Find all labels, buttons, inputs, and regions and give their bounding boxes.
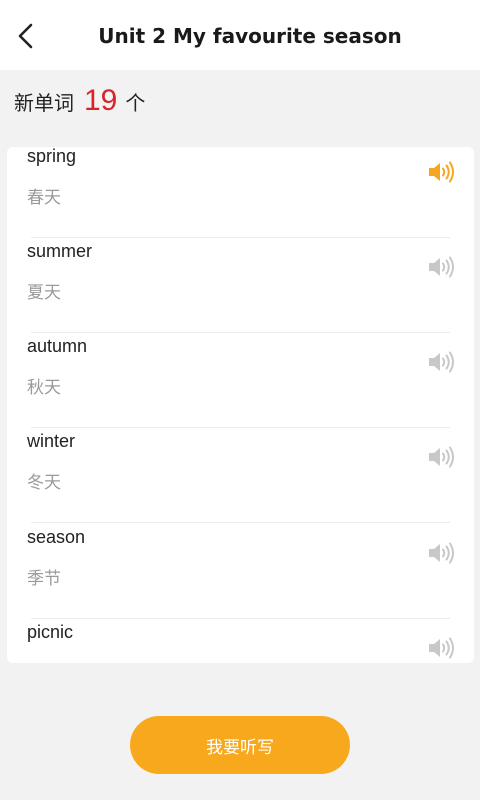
list-item[interactable]: summer 夏天 [7,238,474,333]
word-text: summer [27,241,93,261]
speaker-icon[interactable] [428,446,456,468]
divider [31,522,450,523]
word-meaning: 秋天 [27,378,61,398]
speaker-icon[interactable] [428,161,456,183]
list-item[interactable]: spring 春天 [7,147,474,238]
speaker-icon[interactable] [428,637,456,659]
word-text: winter [27,431,76,451]
list-item[interactable]: picnic [7,619,474,663]
word-count-value: 19 [84,84,118,117]
word-meaning: 季节 [27,569,61,589]
speaker-icon[interactable] [428,256,456,278]
speaker-icon[interactable] [428,351,456,373]
header-bar: Unit 2 My favourite season [0,0,480,70]
word-meaning: 夏天 [27,283,61,303]
word-meaning: 春天 [27,188,61,208]
word-meaning: 冬天 [27,473,61,493]
list-item[interactable]: season 季节 [7,524,474,619]
list-item[interactable]: winter 冬天 [7,428,474,523]
dictation-button[interactable]: 我要听写 [130,716,350,774]
word-count-unit: 个 [125,91,146,115]
word-text: spring [27,147,77,166]
word-count-label: 新单词 [14,91,74,115]
back-button[interactable] [8,18,44,54]
word-list[interactable]: spring 春天 summer 夏天 autumn 秋天 winter 冬天 … [7,147,474,663]
word-count-row: 新单词 19 个 [14,84,145,124]
word-text: autumn [27,336,88,356]
speaker-icon[interactable] [428,542,456,564]
list-item[interactable]: autumn 秋天 [7,333,474,428]
word-text: season [27,527,86,547]
word-text: picnic [27,622,74,642]
chevron-left-icon [18,23,33,49]
page-title: Unit 2 My favourite season [98,24,402,48]
